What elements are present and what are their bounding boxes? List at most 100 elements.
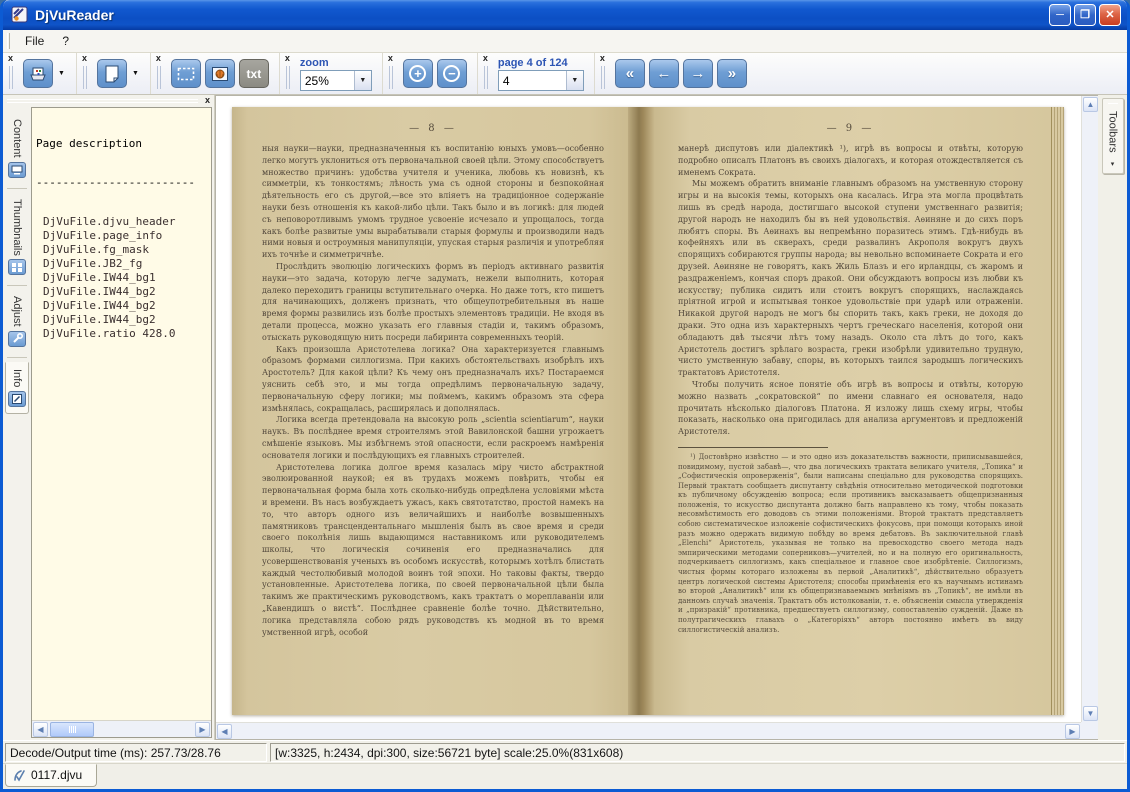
zoom-out-button[interactable]: −: [437, 59, 467, 88]
right-dock: Toolbars ▾: [1098, 95, 1127, 740]
scroll-right-button[interactable]: ▶: [195, 722, 210, 737]
menu-item-help[interactable]: ?: [53, 31, 78, 51]
scroll-right-button[interactable]: ▶: [1065, 724, 1080, 739]
chevron-down-icon: ▼: [571, 77, 578, 84]
toolbars-side-tab[interactable]: Toolbars ▾: [1102, 98, 1124, 174]
sidebar-tab-content[interactable]: Content: [6, 113, 28, 184]
toolbar-grip[interactable]: [389, 66, 393, 89]
scroll-thumb[interactable]: [50, 722, 94, 737]
page-indicator-label: page 4 of 124: [498, 57, 568, 69]
next-page-button[interactable]: →: [683, 59, 713, 88]
layers-dropdown-icon[interactable]: ▼: [57, 70, 66, 77]
panel-separator: ------------------------: [36, 176, 211, 189]
zoom-combobox[interactable]: 25% ▼: [300, 70, 372, 91]
zoom-in-button[interactable]: +: [403, 59, 433, 88]
panel-item: DjVuFile.IW44_bg2: [36, 299, 211, 313]
panel-item: DjVuFile.JB2_fg: [36, 257, 211, 271]
sidebar-tab-adjust[interactable]: Adjust: [6, 290, 28, 353]
single-page-icon: [104, 65, 120, 83]
sidebar-tab-thumbnails[interactable]: Thumbnails: [6, 193, 28, 282]
panel-item: DjVuFile.ratio 428.0: [36, 327, 211, 341]
toolbar-grip[interactable]: [484, 66, 488, 89]
paragraph: Аристотелева логика долгое время казалас…: [262, 462, 604, 639]
document-tab-bar: 0117.djvu: [3, 763, 1127, 789]
left-page-number: — 8 —: [262, 123, 604, 134]
tab-grip: [1108, 103, 1118, 104]
file-tab-0117[interactable]: 0117.djvu: [5, 764, 97, 787]
page-layout-dropdown-icon[interactable]: ▼: [131, 70, 140, 77]
maximize-icon: ❐: [1080, 10, 1090, 20]
panel-horizontal-scrollbar[interactable]: ◀ ▶: [32, 720, 211, 737]
paragraph: Логика всегда претендовала на высокую ро…: [262, 414, 604, 461]
left-dock-panel: x Content Thumbnails: [3, 95, 215, 740]
side-tab-strip: Content Thumbnails Adjust: [3, 107, 31, 740]
toolbar-grip[interactable]: [83, 66, 87, 89]
zoom-combo-button[interactable]: ▼: [354, 71, 371, 90]
toolbar-close-icon[interactable]: x: [8, 54, 13, 63]
page-number-value: 4: [499, 71, 566, 90]
selection-rect-icon: [177, 67, 195, 81]
toolbar-close-icon[interactable]: x: [285, 54, 290, 63]
document-viewport: — 8 — ныя науки—науки, предназначенныя к…: [215, 95, 1098, 740]
page-layout-button[interactable]: [97, 59, 127, 88]
last-page-button[interactable]: »: [717, 59, 747, 88]
menu-grip[interactable]: [7, 33, 10, 49]
text-mode-button[interactable]: txt: [239, 59, 269, 88]
zoom-out-icon: −: [443, 65, 460, 82]
scroll-up-button[interactable]: ▲: [1083, 97, 1098, 112]
scroll-left-icon: ◀: [221, 727, 227, 736]
page-combobox[interactable]: 4 ▼: [498, 70, 584, 91]
paragraph: Чтобы получить ясное понятіе объ игрѣ въ…: [678, 379, 1023, 438]
scrollbar-corner: [1081, 722, 1098, 739]
main-area: x Content Thumbnails: [3, 95, 1127, 740]
toolbar-grip[interactable]: [9, 66, 13, 89]
sidebar-tab-info[interactable]: Info: [5, 362, 29, 414]
horizontal-scrollbar[interactable]: ◀ ▶: [216, 722, 1081, 739]
minimize-button[interactable]: ─: [1049, 4, 1071, 26]
toolbar-close-icon[interactable]: x: [600, 54, 605, 63]
vertical-scrollbar[interactable]: ▲ ▼: [1081, 96, 1098, 722]
book-spread: — 8 — ныя науки—науки, предназначенныя к…: [232, 107, 1064, 715]
adjust-wrench-icon: [8, 331, 26, 347]
toolbar-grip[interactable]: [601, 66, 605, 89]
minimize-icon: ─: [1056, 10, 1064, 20]
status-bar: Decode/Output time (ms): 257.73/28.76 [w…: [3, 740, 1127, 763]
image-mode-button[interactable]: [205, 59, 235, 88]
layers-button[interactable]: [23, 59, 53, 88]
dock-header[interactable]: x: [3, 95, 214, 107]
first-page-button[interactable]: «: [615, 59, 645, 88]
toolbar-grip[interactable]: [286, 66, 290, 89]
page-fore-edge: [1051, 107, 1064, 715]
toolbar-close-icon[interactable]: x: [156, 54, 161, 63]
maximize-button[interactable]: ❐: [1074, 4, 1096, 26]
page-combo-button[interactable]: ▼: [566, 71, 583, 90]
previous-page-icon: ←: [656, 65, 671, 82]
toolbar-close-icon[interactable]: x: [82, 54, 87, 63]
toolbar-close-icon[interactable]: x: [483, 54, 488, 63]
scroll-down-icon: ▼: [1087, 709, 1095, 718]
toolbar-grip[interactable]: [157, 66, 161, 89]
toolbar-group-navigation: x « ← → »: [595, 53, 757, 94]
toolbar-group-layers: x ▼: [3, 53, 77, 94]
title-bar[interactable]: DjVuReader ─ ❐ ✕: [3, 0, 1127, 30]
toolbar-group-tools: x txt: [151, 53, 280, 94]
document-canvas[interactable]: — 8 — ныя науки—науки, предназначенныя к…: [216, 96, 1081, 722]
menu-item-file[interactable]: File: [16, 31, 53, 51]
toolbar-group-page: x page 4 of 124 4 ▼: [478, 53, 595, 94]
previous-page-button[interactable]: ←: [649, 59, 679, 88]
dock-close-icon[interactable]: x: [205, 95, 210, 105]
toolbar-close-icon[interactable]: x: [388, 54, 393, 63]
scroll-left-button[interactable]: ◀: [33, 722, 48, 737]
tab-thumbnails-label: Thumbnails: [11, 199, 23, 256]
txt-icon: txt: [247, 67, 262, 81]
tab-adjust-label: Adjust: [11, 296, 23, 327]
scroll-track[interactable]: [1083, 112, 1097, 706]
close-button[interactable]: ✕: [1099, 4, 1121, 26]
toolbar-group-pageview: x ▼: [77, 53, 151, 94]
select-region-button[interactable]: [171, 59, 201, 88]
paragraph: Какъ произошла Аристотелева логика? Она …: [262, 344, 604, 415]
scroll-down-button[interactable]: ▼: [1083, 706, 1098, 721]
toolbar-group-zoom: x zoom 25% ▼: [280, 53, 383, 94]
djvu-file-icon: [13, 769, 26, 782]
scroll-left-button[interactable]: ◀: [217, 724, 232, 739]
